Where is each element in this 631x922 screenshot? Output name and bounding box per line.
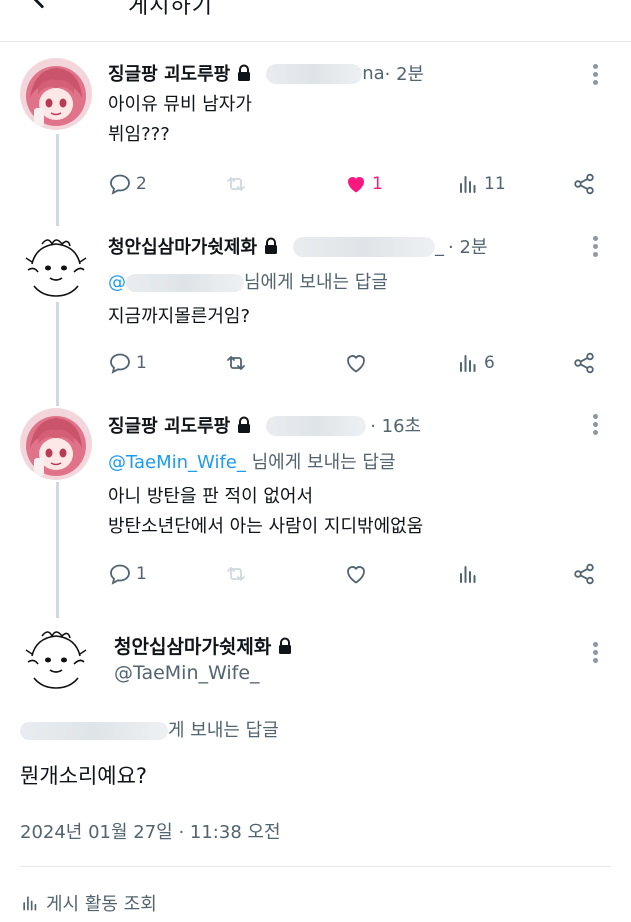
- tweet-date[interactable]: 2024년 01월 27일 · 11:38 오전: [20, 818, 281, 844]
- tweet-header: 징글팡 괴도루팡 · 16초: [108, 412, 421, 438]
- tweet-text: 아이유 뮤비 남자가 뷔임???: [108, 94, 252, 145]
- tweet-actions: 1 6: [108, 348, 608, 378]
- share-icon: [574, 352, 594, 374]
- thread-line: [56, 134, 59, 226]
- redacted-handle: [293, 236, 436, 257]
- display-name[interactable]: 징글팡 괴도루팡: [108, 412, 230, 438]
- timestamp[interactable]: · 2분: [385, 60, 424, 86]
- handle[interactable]: na: [266, 63, 385, 84]
- display-name[interactable]: 청안십삼마가쉿제화: [114, 632, 271, 659]
- heart-filled-icon: [348, 177, 364, 193]
- redacted-mention: [126, 274, 244, 292]
- reply-to-label: 게 보내는 답글: [20, 716, 279, 742]
- timestamp[interactable]: · 16초: [370, 412, 421, 438]
- views-chart-icon: [460, 566, 476, 583]
- lock-icon: [279, 637, 292, 654]
- main-tweet-author: 청안십삼마가쉿제화: [114, 632, 293, 659]
- tweet-actions: 2 1 11: [108, 169, 608, 199]
- top-bar: 게시하기: [0, 0, 631, 42]
- lock-icon: [265, 237, 278, 254]
- thread-line: [56, 300, 59, 406]
- display-name[interactable]: 청안십삼마가쉿제화: [108, 233, 257, 259]
- reply-button[interactable]: 2: [108, 169, 147, 199]
- divider: [20, 866, 611, 867]
- tweet-header: 청안십삼마가쉿제화 _ · 2분: [108, 233, 488, 259]
- page-title: 게시하기: [128, 0, 213, 19]
- lock-icon: [238, 416, 251, 433]
- tweet-actions: 1: [108, 559, 608, 589]
- reply-icon: [110, 353, 130, 374]
- tweet-text: 아니 방탄을 판 적이 없어서 방탄소년단에서 아는 사람이 지디밖에없움: [108, 486, 424, 537]
- reply-icon: [110, 564, 130, 585]
- retweet-icon: [227, 567, 245, 581]
- main-tweet-text: 뭔개소리예요?: [20, 764, 148, 788]
- sketch-character-avatar-icon: [20, 622, 92, 694]
- like-button[interactable]: [344, 348, 368, 378]
- heart-outline-icon: [347, 566, 365, 584]
- reply-mention-link[interactable]: @: [108, 272, 126, 293]
- views-button[interactable]: 6: [456, 348, 495, 378]
- views-chart-icon: [23, 896, 37, 911]
- views-chart-icon: [460, 176, 476, 193]
- handle[interactable]: @TaeMin_Wife_: [114, 662, 260, 684]
- like-button[interactable]: [344, 559, 368, 589]
- retweet-button[interactable]: [224, 169, 248, 199]
- share-button[interactable]: [572, 169, 596, 199]
- views-chart-icon: [460, 355, 476, 372]
- display-name[interactable]: 징글팡 괴도루팡: [108, 60, 230, 86]
- more-options-icon[interactable]: [592, 642, 598, 666]
- avatar[interactable]: [20, 408, 92, 480]
- more-options-icon[interactable]: [592, 64, 598, 88]
- redacted-mention: [20, 722, 168, 740]
- avatar[interactable]: [20, 622, 92, 694]
- heart-outline-icon: [347, 355, 365, 373]
- reply-to-label: @TaeMin_Wife_ 님에게 보내는 답글: [108, 452, 396, 473]
- anime-girl-avatar-icon: [20, 408, 92, 480]
- avatar[interactable]: [20, 230, 92, 302]
- share-icon: [574, 173, 594, 195]
- reply-button[interactable]: 1: [108, 348, 147, 378]
- more-options-icon[interactable]: [592, 414, 598, 438]
- sketch-character-avatar-icon: [20, 230, 92, 302]
- reply-mention-link[interactable]: @TaeMin_Wife_: [108, 452, 246, 473]
- anime-girl-avatar-icon: [20, 58, 92, 130]
- lock-icon: [238, 64, 251, 81]
- share-button[interactable]: [572, 559, 596, 589]
- reply-to-label: @ 님에게 보내는 답글: [108, 272, 388, 293]
- retweet-button[interactable]: [224, 559, 248, 589]
- tweet-text: 지금까지몰른거임?: [108, 306, 251, 327]
- reply-button[interactable]: 1: [108, 559, 147, 589]
- retweet-icon: [227, 177, 245, 191]
- view-activity-button[interactable]: 게시 활동 조회: [20, 890, 157, 916]
- redacted-handle: [266, 63, 363, 84]
- avatar[interactable]: [20, 58, 92, 130]
- more-options-icon[interactable]: [592, 236, 598, 260]
- tweet-header: 징글팡 괴도루팡 na · 2분: [108, 60, 424, 86]
- handle[interactable]: [266, 415, 367, 436]
- reply-icon: [110, 174, 130, 195]
- redacted-handle: [266, 415, 367, 436]
- timestamp[interactable]: · 2분: [448, 233, 487, 259]
- back-arrow-icon[interactable]: [26, 0, 52, 12]
- views-button[interactable]: [456, 559, 480, 589]
- retweet-button[interactable]: [224, 348, 248, 378]
- handle[interactable]: _: [293, 236, 444, 257]
- thread-line: [56, 482, 59, 618]
- like-button[interactable]: 1: [344, 169, 383, 199]
- retweet-icon: [227, 356, 245, 370]
- share-button[interactable]: [572, 348, 596, 378]
- share-icon: [574, 563, 594, 585]
- views-button[interactable]: 11: [456, 169, 506, 199]
